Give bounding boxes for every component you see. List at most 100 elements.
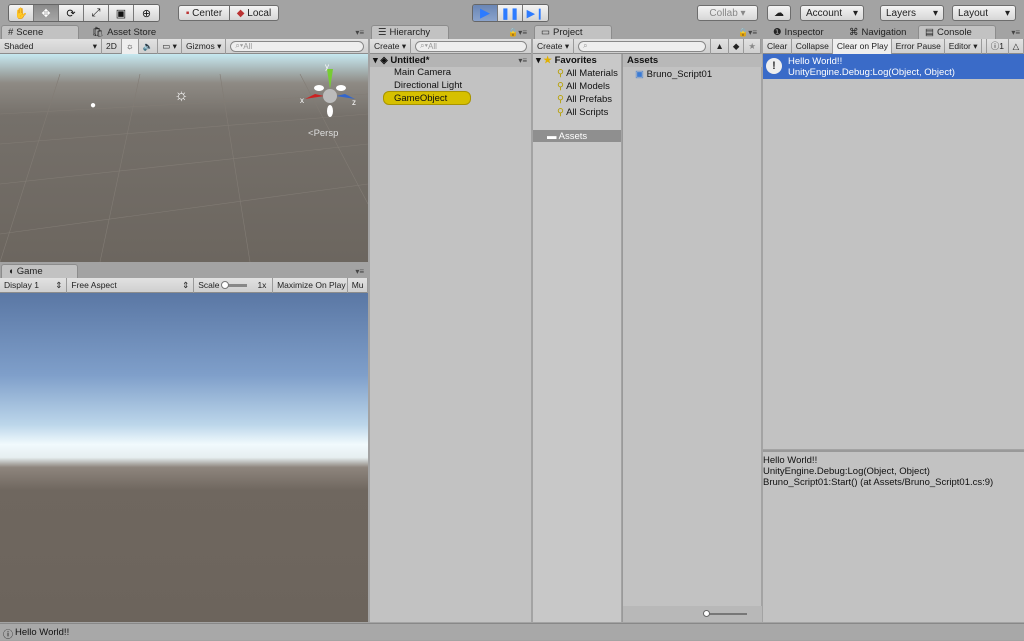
panel-menu-icon[interactable]: ▾≡ xyxy=(1011,28,1020,37)
warning-toggle-icon[interactable]: △ xyxy=(1009,38,1024,54)
shading-dropdown[interactable]: Shaded ▾ xyxy=(0,38,102,54)
camera-icon[interactable]: ● xyxy=(90,100,96,111)
console-entry-selected[interactable]: ! Hello World!! UnityEngine.Debug:Log(Ob… xyxy=(763,54,1024,79)
right-tabbar: ❶ Inspector ⌘ Navigation ▤ Console ▾≡ xyxy=(763,25,1024,39)
slider-track[interactable] xyxy=(221,280,248,289)
asset-name: Bruno_Script01 xyxy=(646,69,713,80)
project-create-dropdown[interactable]: Create ▾ xyxy=(533,38,575,54)
search-placeholder: All xyxy=(243,41,253,51)
filter-type-icon[interactable]: ▲ xyxy=(710,38,729,54)
layers-label: Layers xyxy=(886,7,917,19)
slider-handle[interactable] xyxy=(703,610,710,617)
favorite-item[interactable]: ⚲ All Prefabs xyxy=(557,94,612,105)
layers-dropdown[interactable]: Layers ▾ xyxy=(880,5,944,21)
clear-on-play-toggle[interactable]: Clear on Play xyxy=(832,38,892,54)
icon-size-slider[interactable] xyxy=(705,613,747,615)
aspect-dropdown[interactable]: Free Aspect ⇕ xyxy=(67,277,195,293)
rotate-tool-icon[interactable]: ⟳ xyxy=(59,5,84,21)
tab-asset-store[interactable]: 🛍 Asset Store xyxy=(86,25,162,39)
favorites-header[interactable]: ▾ ★ Favorites xyxy=(536,55,597,66)
tab-game[interactable]: ◖ Game xyxy=(1,264,78,278)
hierarchy-toolbar: Create ▾ ⌕▾ All xyxy=(370,38,531,54)
hierarchy-search-input[interactable]: ⌕▾ All xyxy=(415,40,527,52)
rect-tool-icon[interactable]: ▣ xyxy=(109,5,134,21)
tab-console[interactable]: ▤ Console xyxy=(918,25,996,39)
scene-search-input[interactable]: ⌕▾ All xyxy=(230,40,364,52)
scene-toolbar: Shaded ▾ 2D ☼ 🔈 ▭ ▾ Gizmos ▾ ⌕▾ All xyxy=(0,38,368,54)
game-toolbar: Display 1 ⇕ Free Aspect ⇕ Scale 1x Maximize… xyxy=(0,277,368,293)
hierarchy-create-dropdown[interactable]: Create ▾ xyxy=(370,38,412,54)
pacman-icon: ◖ xyxy=(8,266,14,277)
project-sidebar: ▾ ★ Favorites ⚲ All Materials ⚲ All Mode… xyxy=(533,54,621,622)
mute-audio-toggle[interactable]: Mu xyxy=(348,277,368,293)
persp-label[interactable]: <Persp xyxy=(308,128,338,139)
button-label: Clear on Play xyxy=(836,41,888,51)
scene-view[interactable]: ● ☼ y x z <Persp xyxy=(0,54,368,262)
info-icon: ⓘ xyxy=(990,41,1000,51)
tab-navigation[interactable]: ⌘ Navigation xyxy=(843,25,912,39)
button-label: Collapse xyxy=(795,41,829,51)
hand-tool-icon[interactable]: ✋ xyxy=(9,5,34,21)
scale-value: 1x xyxy=(257,280,267,290)
detail-line: UnityEngine.Debug:Log(Object, Object) xyxy=(763,466,930,477)
scale-tool-icon[interactable]: ⤢ xyxy=(84,5,109,21)
lock-icon[interactable]: 🔒▾≡ xyxy=(738,28,757,37)
filter-label-icon[interactable]: ◆ xyxy=(729,38,745,54)
info-icon: ⓘ xyxy=(3,630,13,641)
pivot-local-button[interactable]: ◆ Local xyxy=(229,5,279,21)
transform-tool-icon[interactable]: ⊕ xyxy=(134,5,159,21)
pivot-center-button[interactable]: ▪ Center xyxy=(178,5,230,21)
favorite-item[interactable]: ⚲ All Materials xyxy=(557,68,621,79)
tab-scene[interactable]: # Scene xyxy=(1,25,79,39)
move-tool-icon[interactable]: ✥ xyxy=(34,5,59,21)
scene-row[interactable]: ▾ ◈ Untitled* ▾≡ xyxy=(370,54,531,67)
maximize-on-play-toggle[interactable]: Maximize On Play xyxy=(273,277,348,293)
asset-file[interactable]: ▣ Bruno_Script01 xyxy=(635,69,712,80)
favorite-star-icon[interactable]: ★ xyxy=(744,38,761,54)
error-pause-toggle[interactable]: Error Pause xyxy=(892,38,945,54)
console-icon: ▤ xyxy=(925,27,934,38)
lock-icon[interactable]: 🔒▾≡ xyxy=(508,28,527,37)
folder-icon: ▭ xyxy=(541,27,550,38)
axis-x-label: x xyxy=(300,96,304,105)
panel-menu-icon[interactable]: ▾≡ xyxy=(355,267,364,276)
axis-y-label: y xyxy=(325,62,329,71)
gizmos-dropdown[interactable]: Gizmos ▾ xyxy=(182,38,227,54)
account-dropdown[interactable]: Account ▾ xyxy=(800,5,864,21)
cloud-icon[interactable]: ☁ xyxy=(767,5,791,21)
chevron-down-icon: ▾ xyxy=(932,7,938,19)
clear-button[interactable]: Clear xyxy=(763,38,792,54)
audio-toggle-icon[interactable]: 🔈 xyxy=(139,38,159,54)
lighting-toggle-icon[interactable]: ☼ xyxy=(121,38,139,54)
tab-project[interactable]: ▭ Project xyxy=(534,25,612,39)
layout-dropdown[interactable]: Layout ▾ xyxy=(952,5,1016,21)
play-icon[interactable]: ▶ xyxy=(473,5,498,21)
game-view[interactable] xyxy=(0,293,368,622)
log-count-toggle[interactable]: ⓘ 1 xyxy=(985,38,1009,54)
editor-dropdown[interactable]: Editor ▾ xyxy=(945,38,982,54)
scale-label: Scale xyxy=(198,280,220,290)
tab-inspector[interactable]: ❶ Inspector xyxy=(767,25,830,39)
hierarchy-item[interactable]: Main Camera xyxy=(394,67,451,78)
step-icon[interactable]: ▶❙ xyxy=(523,5,548,21)
light-icon[interactable]: ☼ xyxy=(174,87,189,105)
favorite-item[interactable]: ⚲ All Models xyxy=(557,81,610,92)
hierarchy-item-selected[interactable]: GameObject xyxy=(383,91,471,105)
status-bar[interactable]: ⓘ Hello World!! xyxy=(0,623,1024,641)
hierarchy-item[interactable]: Directional Light xyxy=(394,80,462,91)
scene-menu-icon[interactable]: ▾≡ xyxy=(518,56,527,65)
project-search-input[interactable]: ⌕ xyxy=(578,40,707,52)
scale-slider[interactable]: Scale 1x xyxy=(194,277,274,293)
2d-toggle[interactable]: 2D xyxy=(102,38,122,54)
collab-button[interactable]: Collab ▾ xyxy=(697,5,758,21)
display-dropdown[interactable]: Display 1 ⇕ xyxy=(0,277,68,293)
favorite-item[interactable]: ⚲ All Scripts xyxy=(557,107,608,118)
assets-folder[interactable]: ▬ Assets xyxy=(533,130,621,142)
panel-menu-icon[interactable]: ▾≡ xyxy=(355,28,364,37)
pause-icon[interactable]: ❚❚ xyxy=(498,5,523,21)
effects-dropdown-icon[interactable]: ▭ ▾ xyxy=(158,38,182,54)
collapse-button[interactable]: Collapse xyxy=(792,38,833,54)
search-icon: ⚲ xyxy=(557,81,564,92)
tab-hierarchy[interactable]: ☰ Hierarchy xyxy=(371,25,449,39)
orientation-gizmo[interactable] xyxy=(300,64,360,119)
